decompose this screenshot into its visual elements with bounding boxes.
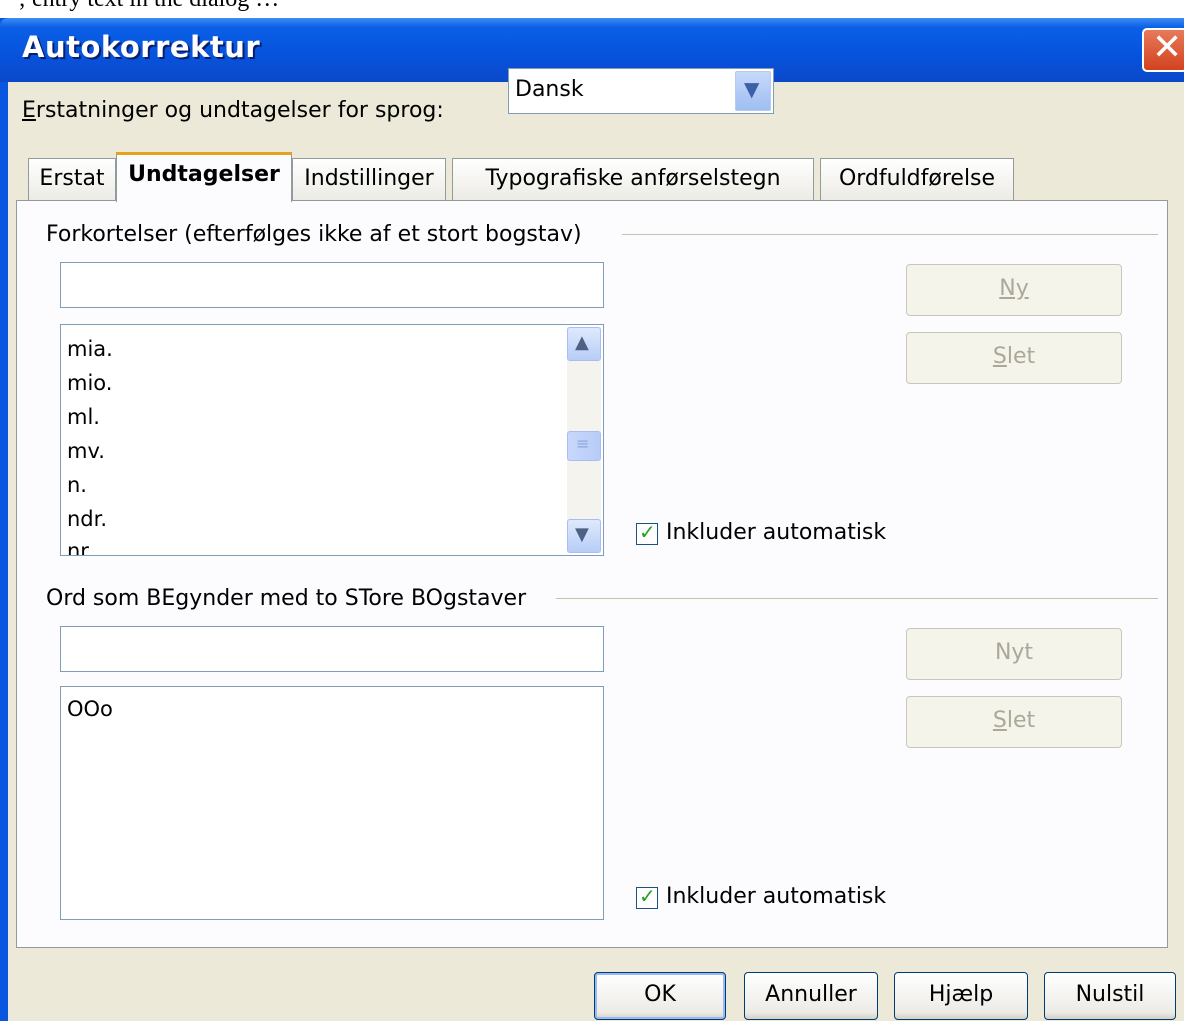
checkmark-icon: ✓ [639, 520, 656, 544]
language-label: Erstatninger og undtagelser for sprog: [22, 98, 444, 123]
ok-button[interactable]: OK [594, 972, 726, 1020]
tab-indstillinger[interactable]: Indstillinger [292, 158, 446, 200]
dialog-title: Autokorrektur [22, 30, 261, 64]
close-button[interactable]: ✕ [1142, 27, 1184, 72]
abbreviations-list[interactable]: mia. mio. ml. mv. n. ndr. nr. ▲ ≡ ▼ [60, 324, 604, 556]
scroll-down-button[interactable]: ▼ [567, 519, 601, 553]
delete-double-caps-button[interactable]: Slet [906, 696, 1122, 748]
tab-ordfuldforelse[interactable]: Ordfuldførelse [820, 158, 1014, 200]
auto-include-abbreviations-label[interactable]: Inkluder automatisk [666, 520, 886, 545]
abbreviations-group-label: Forkortelser (efterfølges ikke af et sto… [46, 222, 582, 247]
list-item[interactable]: mio. [67, 371, 112, 395]
double-caps-list[interactable]: OOo [60, 686, 604, 920]
auto-include-abbreviations-checkbox[interactable]: ✓ [636, 520, 658, 545]
list-item[interactable]: ml. [67, 405, 100, 429]
auto-include-double-caps-checkbox[interactable]: ✓ [636, 884, 658, 909]
delete-abbreviation-button[interactable]: Slet [906, 332, 1122, 384]
tab-undtagelser[interactable]: Undtagelser [116, 152, 292, 202]
new-double-caps-button[interactable]: Nyt [906, 628, 1122, 680]
chevron-up-icon: ▲ [575, 332, 589, 353]
help-button[interactable]: Hjælp [894, 972, 1028, 1020]
cancel-button[interactable]: Annuller [744, 972, 878, 1020]
checkmark-icon: ✓ [639, 884, 656, 908]
list-item[interactable]: n. [67, 473, 87, 497]
tab-typografiske-anforselstegn[interactable]: Typografiske anførselstegn [452, 158, 814, 200]
tab-erstat[interactable]: Erstat [28, 158, 116, 200]
list-item[interactable]: mv. [67, 439, 105, 463]
list-item[interactable]: nr. [67, 539, 94, 555]
background-text-fragment: ‚ entry text in the dialog … [0, 0, 1184, 18]
chevron-down-icon[interactable]: ▼ [735, 71, 771, 111]
scroll-thumb[interactable]: ≡ [567, 431, 601, 461]
reset-button[interactable]: Nulstil [1044, 972, 1176, 1020]
auto-include-double-caps-label[interactable]: Inkluder automatisk [666, 884, 886, 909]
scroll-up-button[interactable]: ▲ [567, 327, 601, 361]
language-select[interactable]: Dansk ▼ [508, 68, 774, 114]
close-icon: ✕ [1152, 27, 1183, 68]
language-select-value: Dansk [515, 77, 584, 102]
vertical-scrollbar[interactable]: ▲ ≡ ▼ [567, 327, 601, 553]
list-item[interactable]: mia. [67, 337, 113, 361]
list-item[interactable]: ndr. [67, 507, 107, 531]
new-abbreviation-button[interactable]: Ny [906, 264, 1122, 316]
double-caps-group-label: Ord som BEgynder med to STore BOgstaver [46, 586, 527, 611]
chevron-down-icon: ▼ [575, 524, 589, 545]
divider [556, 598, 1158, 599]
double-caps-input[interactable] [60, 626, 604, 672]
abbreviation-input[interactable] [60, 262, 604, 308]
divider [622, 234, 1158, 235]
grip-icon: ≡ [576, 434, 590, 453]
list-item[interactable]: OOo [67, 697, 113, 721]
